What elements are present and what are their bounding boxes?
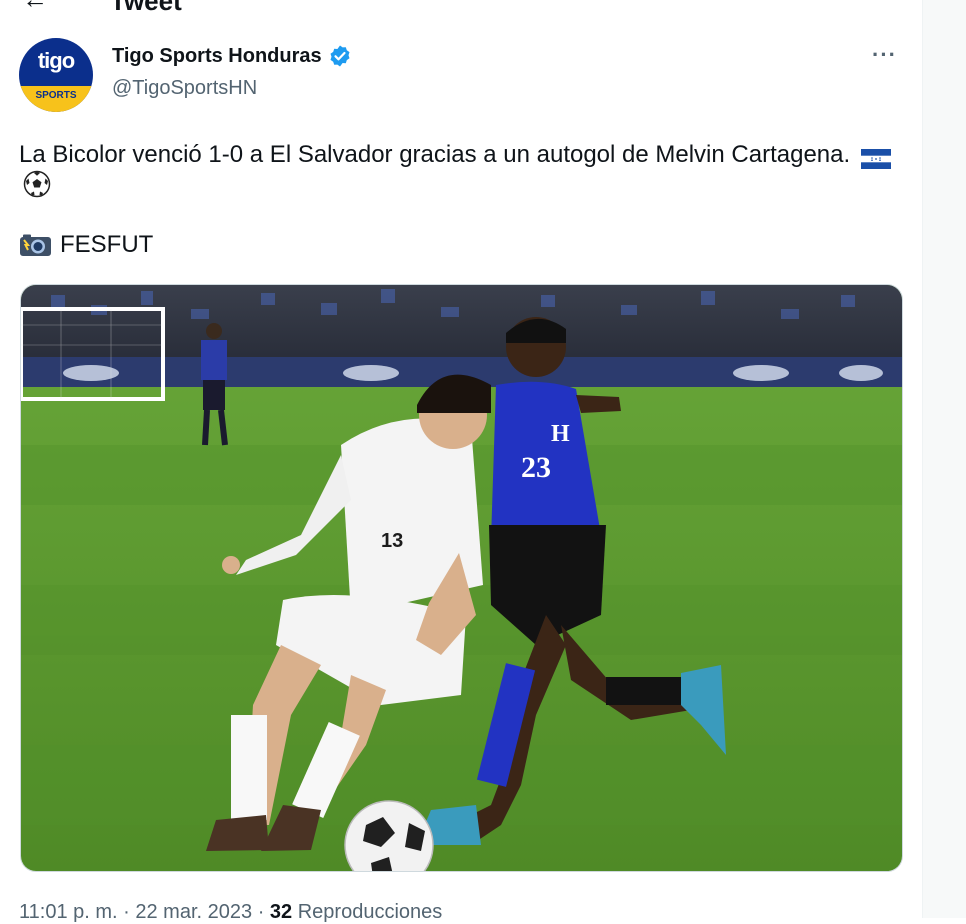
page-title: Tweet <box>110 0 182 14</box>
author-display-name[interactable]: Tigo Sports Honduras <box>112 45 322 68</box>
tweet-date[interactable]: 22 mar. 2023 <box>135 901 252 923</box>
author-handle[interactable]: @TigoSportsHN <box>112 77 257 100</box>
avatar[interactable]: tigo SPORTS <box>19 38 93 112</box>
more-options-icon[interactable]: ··· <box>872 42 897 68</box>
tweet-text: La Bicolor venció 1-0 a El Salvador grac… <box>19 139 899 206</box>
honduras-flag-icon <box>860 146 891 169</box>
tweet-photo[interactable]: 23 H 13 <box>20 284 903 872</box>
blue-jersey-number: 23 <box>521 451 551 484</box>
author-name-row: Tigo Sports Honduras <box>112 44 352 68</box>
avatar-logo-text: tigo <box>37 48 75 73</box>
blue-jersey-letter: H <box>551 421 570 447</box>
avatar-logo-band: SPORTS <box>19 86 93 112</box>
soccer-ball-icon <box>23 170 51 206</box>
photo-credit-label: FESFUT <box>60 231 154 258</box>
tweet-time[interactable]: 11:01 p. m. <box>19 901 118 923</box>
views-label: Reproducciones <box>297 901 443 923</box>
photo-credit: FESFUT <box>19 231 153 259</box>
views-count: 32 <box>269 901 293 923</box>
right-sidebar-edge <box>922 0 966 918</box>
back-arrow-icon[interactable]: ← <box>22 0 48 14</box>
verified-badge-icon <box>330 45 350 67</box>
top-bar: ← Tweet <box>0 0 922 14</box>
tweet-body: La Bicolor venció 1-0 a El Salvador grac… <box>19 141 851 168</box>
camera-with-flash-icon <box>20 234 51 256</box>
meta-separator-2: · <box>257 901 265 923</box>
white-jersey-number: 13 <box>381 530 403 552</box>
tweet-metadata: 11:01 p. m. · 22 mar. 2023 · 32 Reproduc… <box>19 901 442 924</box>
meta-separator: · <box>123 901 130 923</box>
